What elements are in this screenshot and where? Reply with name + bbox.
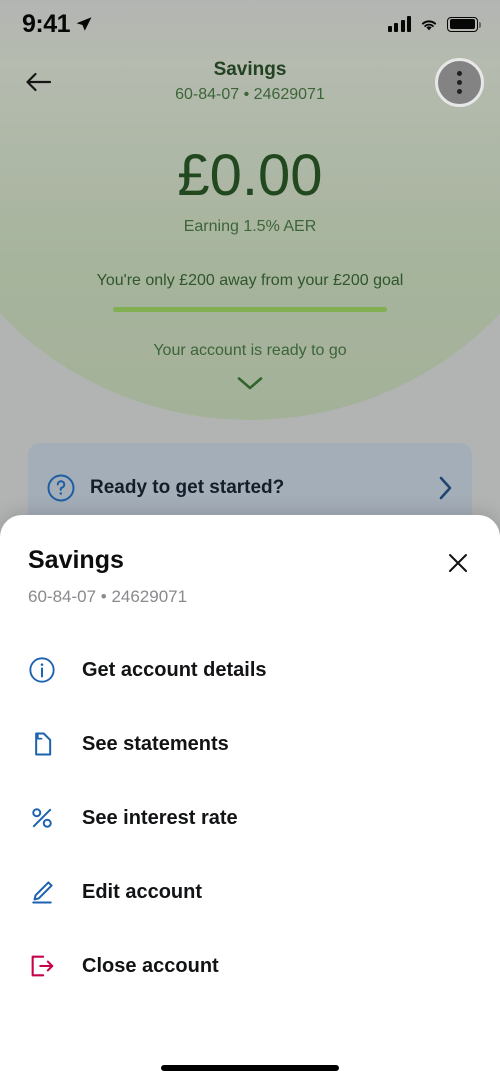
sheet-header: Savings 60-84-07 • 24629071 bbox=[0, 515, 500, 607]
menu-label: Get account details bbox=[82, 658, 267, 681]
menu-item-see-statements[interactable]: See statements bbox=[0, 707, 500, 781]
sheet-account-number: 60-84-07 • 24629071 bbox=[28, 587, 188, 606]
menu-item-get-account-details[interactable]: Get account details bbox=[0, 633, 500, 707]
menu-label: See statements bbox=[82, 732, 229, 755]
menu-item-close-account[interactable]: Close account bbox=[0, 929, 500, 1003]
info-circle-icon bbox=[28, 656, 62, 684]
percent-icon bbox=[28, 804, 62, 832]
account-actions-sheet: Savings 60-84-07 • 24629071 Get account … bbox=[0, 515, 500, 1080]
document-icon bbox=[28, 730, 62, 758]
home-indicator bbox=[161, 1065, 339, 1071]
menu-label: Close account bbox=[82, 954, 219, 977]
menu-label: Edit account bbox=[82, 880, 203, 903]
menu-item-edit-account[interactable]: Edit account bbox=[0, 855, 500, 929]
pencil-icon bbox=[28, 878, 62, 906]
close-sheet-button[interactable] bbox=[436, 541, 480, 585]
sheet-title: Savings bbox=[28, 546, 124, 574]
menu-item-see-interest-rate[interactable]: See interest rate bbox=[0, 781, 500, 855]
sheet-menu: Get account details See statements See i… bbox=[0, 633, 500, 1003]
exit-icon bbox=[28, 952, 62, 980]
menu-label: See interest rate bbox=[82, 806, 238, 829]
close-icon bbox=[449, 554, 467, 572]
